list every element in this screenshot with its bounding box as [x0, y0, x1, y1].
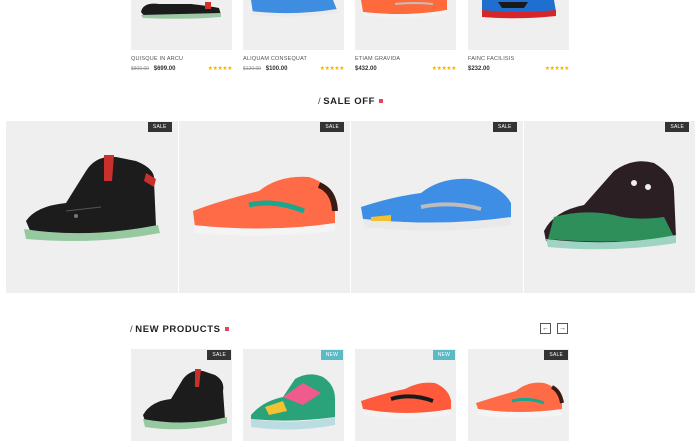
sale-badge: SALE [544, 350, 568, 360]
product-price: $120.00 $100.00 [243, 66, 287, 72]
product-image[interactable] [243, 0, 344, 50]
sale-badge: SALE [665, 122, 689, 132]
product-card[interactable]: SALE [131, 349, 232, 441]
current-price: $432.00 [355, 66, 377, 72]
sale-badge: SALE [320, 122, 344, 132]
sale-tile[interactable]: SALE [351, 121, 523, 293]
shoe-image[interactable] [243, 349, 344, 441]
product-image[interactable] [355, 0, 456, 50]
sale-tile[interactable]: SALE [523, 121, 695, 293]
product-price: $432.00 [355, 66, 377, 72]
product-card[interactable]: ETIAM GRAVIDA $432.00 ★★★★★ [355, 0, 457, 72]
rating-stars-icon: ★★★★★ [207, 66, 233, 72]
sale-badge: SALE [492, 122, 517, 132]
sale-tile[interactable]: SALE [6, 121, 178, 293]
top-product-row: QUISQUE IN ARCU $800.00 $699.00 ★★★★★ AL… [131, 0, 570, 80]
product-card[interactable]: FAINC FACILISIS $232.00 ★★★★★ [468, 0, 570, 72]
new-badge: NEW [320, 350, 343, 360]
next-arrow-icon[interactable]: → [557, 323, 568, 334]
carousel-nav: ← → [540, 323, 568, 334]
new-products-row: SALE NEW NEW SALE [131, 349, 569, 441]
shoe-image[interactable] [6, 121, 177, 293]
accent-dot-icon [224, 327, 229, 332]
current-price: $232.00 [468, 66, 490, 72]
product-price: $800.00 $699.00 [131, 66, 175, 72]
old-price: $800.00 [131, 66, 150, 72]
sale-grid: SALE SALE SALE SALE [6, 121, 695, 293]
product-image[interactable] [468, 0, 569, 50]
rating-stars-icon: ★★★★★ [431, 66, 457, 72]
sale-badge: SALE [147, 122, 172, 132]
accent-dot-icon [379, 99, 384, 104]
product-image[interactable] [131, 0, 232, 50]
product-card[interactable]: ALIQUAM CONSEQUAT $120.00 $100.00 ★★★★★ [243, 0, 345, 72]
old-price: $120.00 [243, 66, 262, 72]
current-price: $100.00 [265, 66, 288, 72]
new-badge: NEW [432, 350, 455, 360]
current-price: $699.00 [153, 66, 176, 72]
shoe-image[interactable] [524, 121, 695, 293]
product-card[interactable]: NEW [355, 349, 456, 441]
product-name[interactable]: ALIQUAM CONSEQUAT [243, 56, 307, 62]
shoe-image[interactable] [468, 349, 569, 441]
sale-badge: SALE [207, 350, 231, 360]
product-name[interactable]: ETIAM GRAVIDA [355, 56, 400, 62]
shoe-image[interactable] [179, 121, 350, 293]
rating-stars-icon: ★★★★★ [319, 66, 345, 72]
product-card[interactable]: QUISQUE IN ARCU $800.00 $699.00 ★★★★★ [131, 0, 233, 72]
shoe-image[interactable] [355, 349, 456, 441]
shoe-image[interactable] [351, 121, 522, 293]
product-name[interactable]: QUISQUE IN ARCU [131, 56, 183, 62]
product-price: $232.00 [468, 66, 490, 72]
shoe-image[interactable] [131, 349, 232, 441]
sale-tile[interactable]: SALE [178, 121, 350, 293]
product-card[interactable]: SALE [468, 349, 569, 441]
sale-section-title: / SALE OFF [318, 96, 384, 107]
prev-arrow-icon[interactable]: ← [540, 323, 551, 334]
new-products-title: / NEW PRODUCTS [130, 324, 229, 335]
product-card[interactable]: NEW [243, 349, 344, 441]
product-name[interactable]: FAINC FACILISIS [468, 56, 514, 62]
rating-stars-icon: ★★★★★ [544, 66, 570, 72]
